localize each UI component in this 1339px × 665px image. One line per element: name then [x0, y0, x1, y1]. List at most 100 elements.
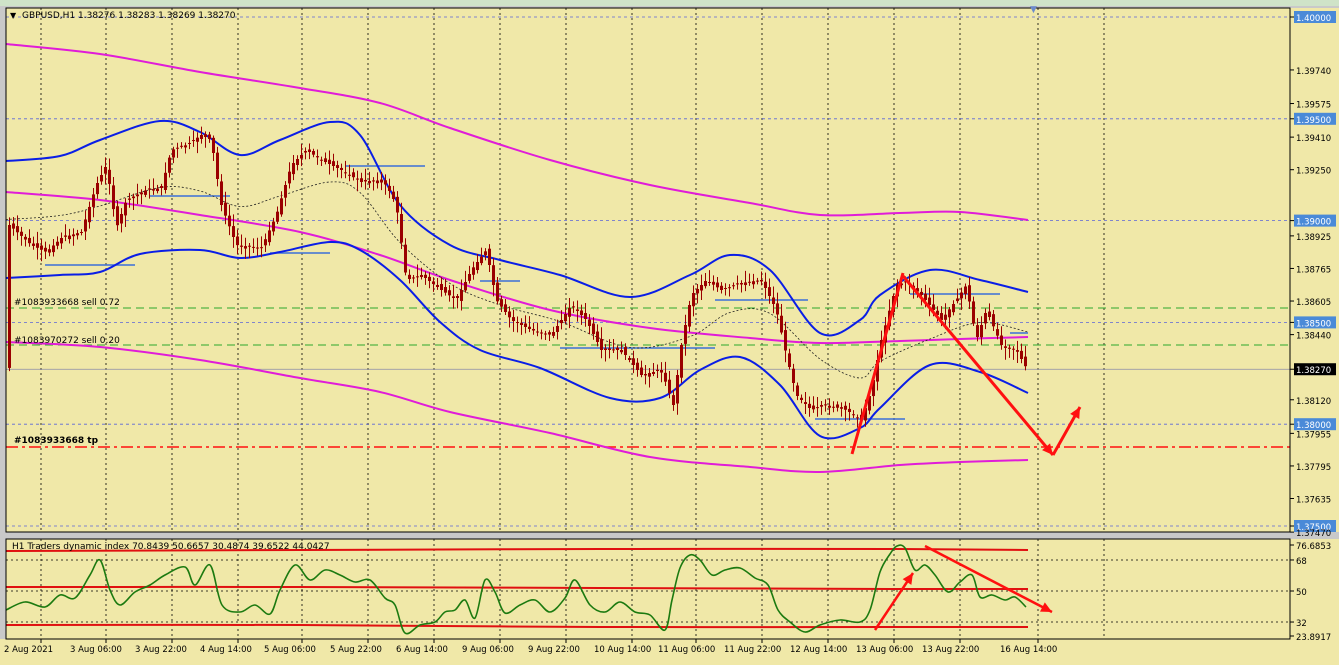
- candle-body: [720, 285, 723, 290]
- candle-body: [192, 140, 195, 142]
- candle-body: [280, 198, 283, 215]
- candle-body: [168, 157, 171, 173]
- candle-body: [664, 372, 667, 382]
- candle-body: [244, 246, 247, 249]
- candle-body: [700, 285, 703, 291]
- candle-body: [760, 280, 763, 282]
- candle-body: [124, 202, 127, 216]
- price-label: 1.40000: [1296, 14, 1331, 24]
- candle-body: [80, 232, 83, 233]
- candle-body: [964, 286, 967, 295]
- candle-body: [156, 188, 159, 192]
- price-label: 1.37635: [1296, 496, 1331, 506]
- candle-body: [988, 311, 991, 317]
- candle-body: [28, 237, 31, 244]
- candle-body: [160, 186, 163, 188]
- candle-body: [428, 276, 431, 281]
- candle-body: [748, 281, 751, 283]
- indicator-scale-label: 76.6853: [1296, 542, 1331, 552]
- candle-body: [96, 183, 99, 195]
- candle-body: [972, 301, 975, 324]
- candle-body: [524, 323, 527, 327]
- candle-body: [64, 235, 67, 237]
- candle-body: [568, 308, 571, 317]
- candle-body: [16, 226, 19, 233]
- candle-body: [496, 282, 499, 302]
- candle-body: [284, 185, 287, 198]
- candle-body: [220, 181, 223, 205]
- candle-body: [692, 293, 695, 307]
- candle-body: [732, 285, 735, 287]
- candle-body: [928, 297, 931, 305]
- price-label: 1.38765: [1296, 265, 1331, 275]
- collapse-triangle-icon[interactable]: ▼: [10, 11, 17, 20]
- candle-body: [624, 347, 627, 355]
- candle-body: [556, 326, 559, 332]
- candle-body: [612, 349, 615, 351]
- candle-body: [420, 275, 423, 278]
- candle-body: [848, 408, 851, 412]
- time-label: 9 Aug 06:00: [462, 645, 514, 655]
- candle-body: [472, 267, 475, 275]
- candle-body: [216, 152, 219, 179]
- candle-body: [672, 395, 675, 405]
- candle-body: [200, 135, 203, 139]
- candle-body: [976, 325, 979, 337]
- candle-body: [1016, 350, 1019, 352]
- candle-body: [660, 370, 663, 373]
- candle-body: [740, 283, 743, 285]
- candle-body: [544, 333, 547, 335]
- candle-body: [208, 134, 211, 139]
- candle-body: [780, 315, 783, 333]
- price-label: 1.38270: [1296, 366, 1331, 376]
- candle-body: [620, 350, 623, 353]
- price-label: 1.37795: [1296, 463, 1331, 473]
- candle-body: [256, 247, 259, 249]
- candle-body: [20, 231, 23, 236]
- candle-body: [708, 282, 711, 283]
- candle-body: [656, 369, 659, 371]
- candle-body: [492, 265, 495, 285]
- time-label: 3 Aug 06:00: [70, 645, 122, 655]
- candle-body: [268, 230, 271, 243]
- time-label: 5 Aug 22:00: [330, 645, 382, 655]
- candle-body: [468, 274, 471, 281]
- candle-body: [424, 274, 427, 278]
- candle-body: [224, 202, 227, 216]
- candle-body: [148, 188, 151, 190]
- candle-body: [372, 180, 375, 182]
- price-label: 1.39740: [1296, 67, 1331, 77]
- candle-body: [652, 372, 655, 374]
- candle-body: [180, 145, 183, 147]
- candle-body: [336, 165, 339, 168]
- candle-body: [364, 179, 367, 182]
- price-label: 1.38500: [1296, 319, 1331, 329]
- candle-body: [376, 180, 379, 184]
- candle-body: [776, 303, 779, 315]
- candle-body: [956, 298, 959, 302]
- candle-body: [348, 174, 351, 176]
- candle-body: [316, 156, 319, 158]
- candle-body: [448, 290, 451, 296]
- candle-body: [1020, 350, 1023, 359]
- candle-body: [84, 219, 87, 232]
- candle-body: [464, 282, 467, 291]
- candle-body: [768, 287, 771, 296]
- chart-window[interactable]: ▼ GBPUSD,H1 1.38276 1.38283 1.38269 1.38…: [0, 0, 1339, 665]
- time-label: 10 Aug 14:00: [594, 645, 651, 655]
- order-label-tp: #1083933668 tp: [14, 436, 99, 446]
- candle-body: [252, 246, 255, 248]
- candle-body: [924, 293, 927, 300]
- main-chart-panel[interactable]: [6, 8, 1290, 532]
- shift-marker-icon[interactable]: ▼: [1030, 5, 1037, 15]
- candle-body: [452, 296, 455, 298]
- candle-body: [504, 304, 507, 312]
- candle-body: [836, 404, 839, 408]
- candle-body: [816, 407, 819, 409]
- candle-body: [744, 282, 747, 286]
- candle-body: [616, 347, 619, 350]
- time-label: 11 Aug 06:00: [658, 645, 715, 655]
- candle-body: [368, 180, 371, 184]
- candle-body: [308, 149, 311, 152]
- candle-body: [488, 248, 491, 265]
